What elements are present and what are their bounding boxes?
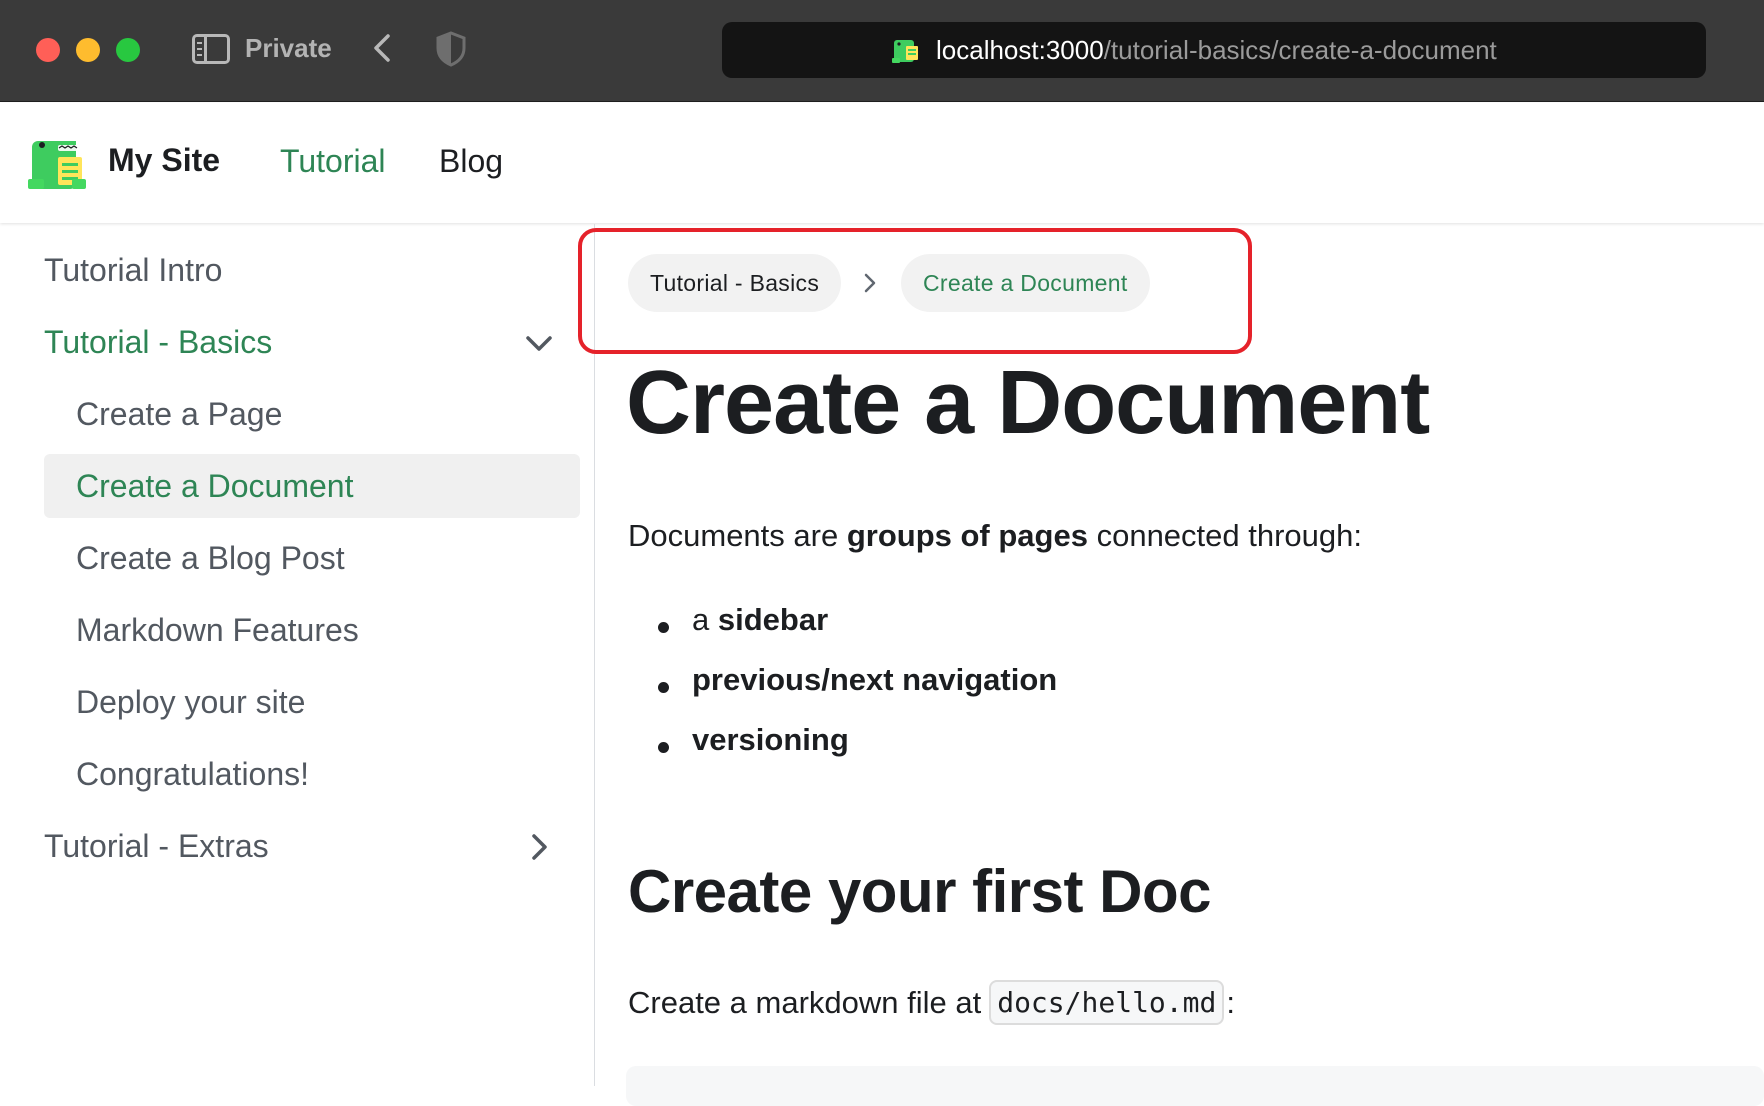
chevron-right-icon [864,273,876,293]
sidebar-item-create-a-document[interactable]: Create a Document [44,454,580,518]
sidebar-item-create-a-page[interactable]: Create a Page [44,382,580,446]
code-block [626,1066,1764,1106]
sidebar-item-tutorial-intro[interactable]: Tutorial Intro [44,238,554,302]
sidebar-item-congratulations[interactable]: Congratulations! [44,742,580,806]
address-bar[interactable]: localhost:3000/tutorial-basics/create-a-… [722,22,1706,78]
back-icon[interactable] [364,30,400,66]
site-title[interactable]: My Site [108,142,220,179]
url-path: /tutorial-basics/create-a-document [1103,35,1497,65]
section-heading: Create your first Doc [628,858,1212,925]
para2-prefix: Create a markdown file at [628,984,982,1020]
close-window-button[interactable] [36,38,60,62]
sidebar-category-label: Tutorial - Extras [44,827,269,864]
sidebar-category-label: Tutorial - Basics [44,323,273,360]
list-item: a sidebar [628,602,1057,662]
sidebar-item-create-a-blog-post[interactable]: Create a Blog Post [44,526,580,590]
page-title: Create a Document [626,353,1430,453]
nav-link-blog[interactable]: Blog [439,143,503,180]
feature-list: a sidebar previous/next navigation versi… [628,602,1057,782]
docusaurus-logo-icon[interactable] [28,133,92,191]
nav-link-tutorial[interactable]: Tutorial [280,143,386,180]
intro-prefix: Documents are [628,518,847,553]
list-item-bold: sidebar [717,602,829,637]
private-mode-label: Private [245,33,332,63]
list-item-bold: previous/next navigation [692,662,1058,697]
site-navbar: My Site Tutorial Blog [0,103,1764,223]
site-favicon-icon [892,40,918,63]
chevron-right-icon[interactable] [524,832,554,862]
zoom-window-button[interactable] [116,38,140,62]
list-item: previous/next navigation [628,662,1057,722]
intro-bold: groups of pages [846,518,1088,553]
sidebar-category-tutorial-extras[interactable]: Tutorial - Extras [44,814,554,878]
minimize-window-button[interactable] [76,38,100,62]
inline-code: docs/hello.md [989,980,1225,1025]
browser-toolbar: Private localhost:3000/tutorial-basics/c… [0,0,1764,102]
list-item-bold: versioning [692,722,849,757]
breadcrumb-item-tutorial-basics[interactable]: Tutorial - Basics [628,254,842,312]
sidebar-toggle-icon[interactable] [192,34,230,64]
intro-paragraph: Documents are groups of pages connected … [628,518,1362,554]
shield-icon[interactable] [434,30,468,68]
list-item-prefix: a [692,602,718,637]
breadcrumb-item-current: Create a Document [901,254,1150,312]
sidebar-item-deploy-your-site[interactable]: Deploy your site [44,670,580,734]
sidebar-category-tutorial-basics[interactable]: Tutorial - Basics [44,310,554,374]
url-host: localhost:3000 [936,35,1104,65]
intro-suffix: connected through: [1087,518,1363,553]
url-text: localhost:3000/tutorial-basics/create-a-… [936,35,1497,66]
list-item: versioning [628,722,1057,782]
chevron-down-icon[interactable] [524,328,554,358]
para2-suffix: : [1226,984,1235,1020]
sidebar-item-markdown-features[interactable]: Markdown Features [44,598,580,662]
markdown-file-paragraph: Create a markdown file at docs/hello.md: [628,980,1235,1025]
